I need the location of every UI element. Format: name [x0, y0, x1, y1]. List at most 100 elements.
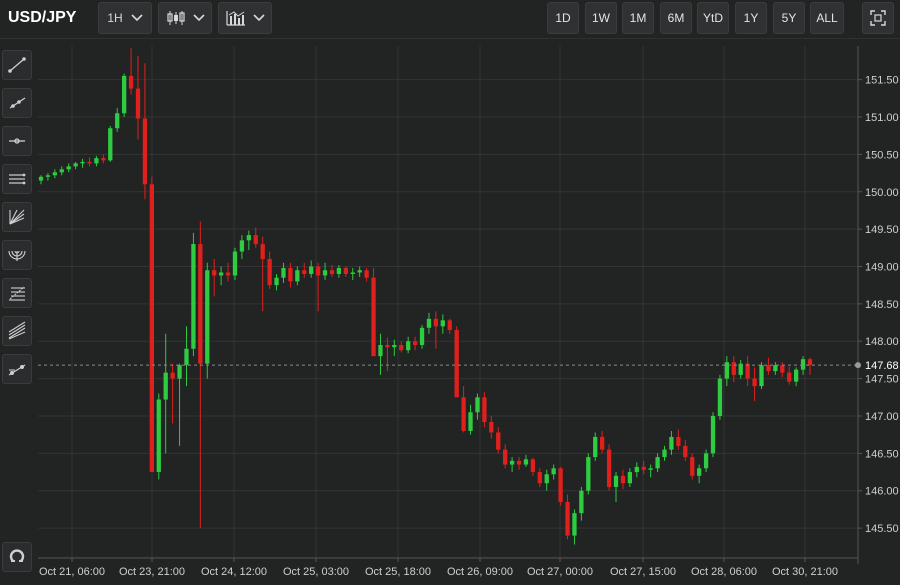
range-button-1w[interactable]: 1W [585, 2, 617, 34]
candle-body [232, 251, 238, 276]
candle-body [295, 270, 300, 282]
candle-body [302, 270, 307, 274]
chart-area[interactable]: 145.50 146.00 146.50 147.00 147.50 148.00 148.… [38, 46, 900, 580]
pitchfork-icon [8, 321, 26, 340]
y-tick-label: 148.00 [865, 336, 899, 348]
candle-body [274, 277, 279, 286]
trend-line-icon [8, 57, 26, 73]
candle-body [669, 436, 674, 450]
y-tick-label: 151.50 [865, 75, 899, 87]
range-button-1d[interactable]: 1D [547, 2, 579, 34]
candle [357, 266, 362, 277]
candle [710, 412, 716, 458]
range-button-ytd[interactable]: YtD [697, 2, 729, 34]
candle-body [440, 320, 445, 327]
candle-body [38, 176, 44, 181]
candle-body [170, 372, 175, 379]
candle [572, 509, 577, 545]
candle-body [163, 372, 168, 400]
candle [530, 457, 536, 476]
candle-body [641, 466, 646, 470]
candle [322, 262, 328, 280]
candle [468, 404, 473, 435]
candle-body [246, 235, 251, 241]
candle [496, 427, 501, 454]
fib-fan-tool[interactable] [2, 202, 32, 232]
candle-body [322, 270, 328, 276]
candle [523, 454, 529, 467]
candle [73, 161, 78, 170]
x-tick-label: Oct 28, 06:00 [691, 566, 757, 578]
candle-body [648, 468, 653, 470]
candle-body [496, 432, 501, 450]
candle [281, 262, 286, 283]
candle-body [128, 75, 134, 89]
fib-arc-tool[interactable] [2, 240, 32, 270]
measure-icon [8, 364, 26, 376]
range-button-5y[interactable]: 5Y [773, 2, 805, 34]
chart-type-dropdown[interactable] [158, 2, 212, 34]
candle-body [773, 365, 778, 372]
candle-body [655, 457, 660, 469]
interval-dropdown[interactable]: 1H [98, 2, 152, 34]
candle-body [329, 270, 335, 274]
y-tick-label: 146.50 [865, 448, 899, 460]
horizontal-line-tool[interactable] [2, 126, 32, 156]
y-tick-label: 146.00 [865, 486, 899, 498]
y-tick-label: 148.50 [865, 299, 899, 311]
candle-body [634, 466, 639, 473]
candle [108, 125, 113, 162]
candle-body [731, 362, 736, 375]
candlestick-icon [166, 11, 185, 25]
candle-body [489, 421, 494, 433]
candle [38, 175, 44, 185]
candle [489, 415, 494, 439]
candle [766, 357, 771, 375]
x-tick-label: Oct 27, 00:00 [527, 566, 593, 578]
candle-body [94, 158, 99, 164]
candle-body [149, 184, 154, 473]
magnet-tool[interactable] [2, 542, 32, 572]
candle-body [710, 415, 716, 454]
fullscreen-button[interactable] [862, 2, 894, 34]
candle-body [45, 175, 51, 177]
candle-body [399, 344, 404, 351]
candle-body [697, 468, 702, 476]
range-button-1m[interactable]: 1M [622, 2, 654, 34]
x-tick-label: Oct 27, 15:00 [610, 566, 676, 578]
pitchfork-tool[interactable] [2, 316, 32, 346]
parallel-channel-tool[interactable] [2, 164, 32, 194]
trend-line-tool[interactable] [2, 50, 32, 80]
candle-body [357, 270, 362, 273]
chevron-down-icon [131, 14, 143, 22]
range-button-6m[interactable]: 6M [660, 2, 692, 34]
candle [461, 386, 466, 433]
candle [378, 333, 383, 375]
candle [724, 356, 730, 387]
candle-body [600, 436, 605, 450]
indicators-dropdown[interactable] [218, 2, 272, 34]
ray-tool[interactable] [2, 88, 32, 118]
candle-body [87, 161, 92, 164]
range-button-1y[interactable]: 1Y [735, 2, 767, 34]
candle [697, 464, 702, 484]
range-button-all[interactable]: ALL [810, 2, 844, 34]
measure-tool[interactable] [2, 354, 32, 384]
candle [371, 267, 376, 357]
candlestick-chart[interactable]: 145.50 146.00 146.50 147.00 147.50 148.00 148.… [38, 46, 900, 580]
fib-fan-icon [9, 209, 25, 225]
candle-body [482, 397, 487, 422]
fib-retracement-tool[interactable] [2, 278, 32, 308]
candle [412, 336, 418, 351]
candle-body [530, 459, 536, 473]
candle-body [218, 272, 224, 276]
candle-body [468, 412, 473, 431]
candle [94, 155, 99, 167]
candle [392, 339, 397, 357]
candle-body [780, 365, 785, 373]
x-tick-label: Oct 25, 03:00 [283, 566, 349, 578]
candle-body [800, 359, 806, 370]
candle-body [80, 161, 85, 164]
candle-body [690, 457, 695, 476]
candle-body [364, 270, 369, 278]
